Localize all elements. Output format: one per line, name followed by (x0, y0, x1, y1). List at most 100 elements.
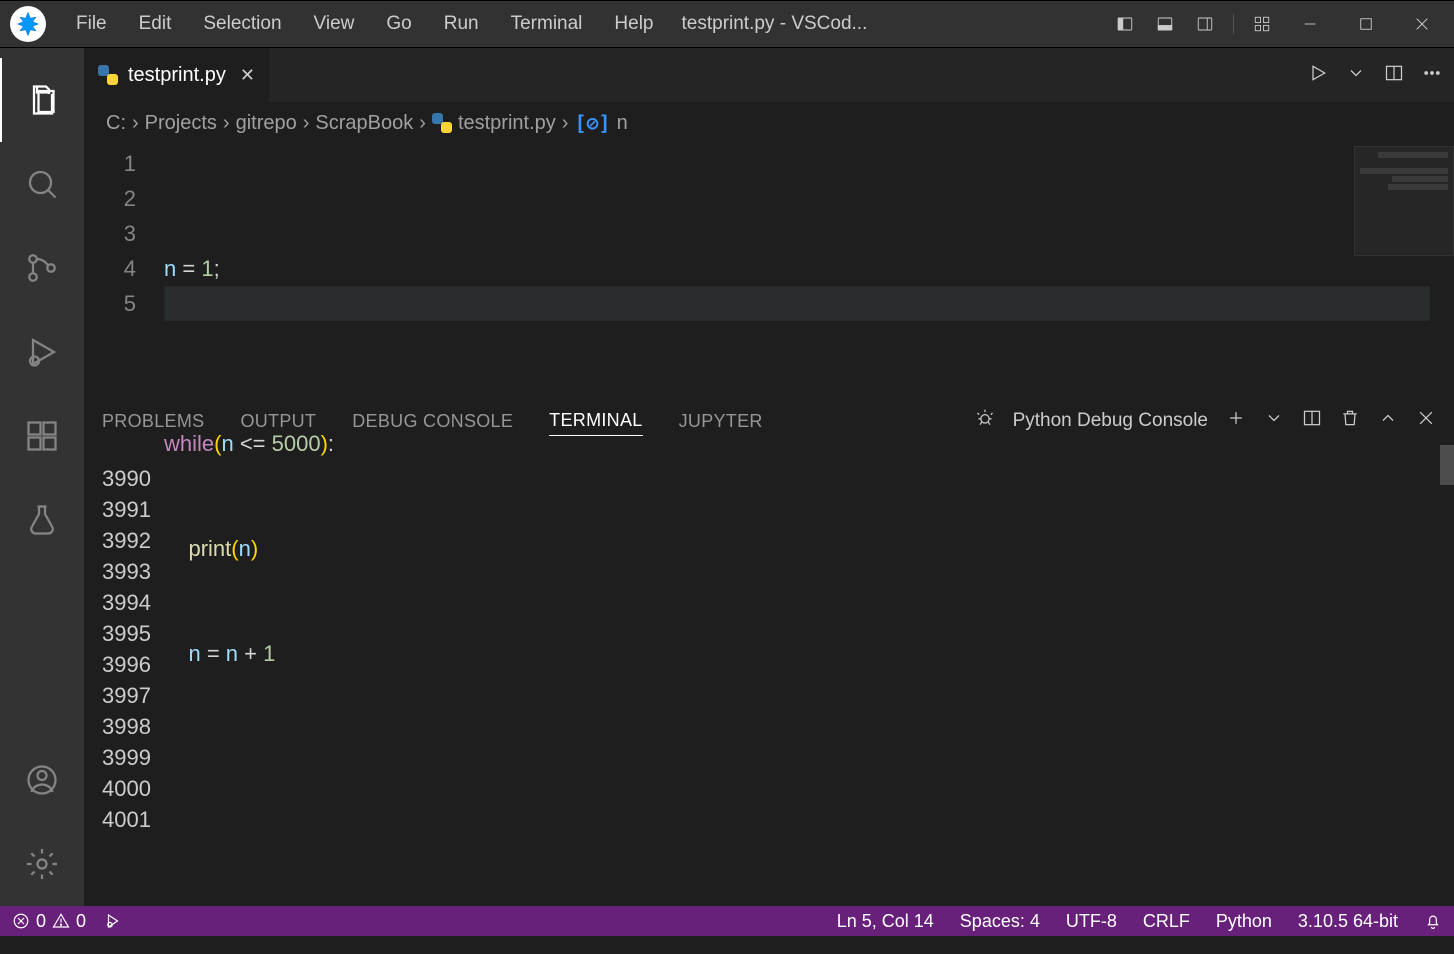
customize-layout-icon[interactable] (1242, 4, 1282, 44)
label: File (76, 13, 107, 35)
crumb-gitrepo[interactable]: gitrepo (236, 112, 297, 135)
terminal-line: 3997 (102, 680, 1436, 711)
window-maximize-button[interactable] (1338, 4, 1394, 44)
code-token: <= (234, 431, 272, 456)
label: CRLF (1143, 911, 1190, 932)
status-eol[interactable]: CRLF (1143, 911, 1190, 932)
code-token: 5000 (272, 431, 321, 456)
tab-close-icon[interactable]: ✕ (240, 65, 255, 86)
label: Run (444, 13, 479, 35)
activity-manage[interactable] (0, 822, 84, 906)
terminal-line: 3994 (102, 587, 1436, 618)
line-number: 3 (84, 216, 136, 251)
editor-actions (1308, 48, 1454, 102)
label: Terminal (511, 13, 583, 35)
toggle-secondary-sidebar-icon[interactable] (1185, 4, 1225, 44)
activity-extensions[interactable] (0, 394, 84, 478)
chevron-right-icon: › (562, 112, 569, 135)
activity-bar (0, 48, 84, 906)
activity-search[interactable] (0, 142, 84, 226)
label: Go (386, 13, 411, 35)
status-notifications[interactable] (1424, 912, 1442, 930)
run-dropdown-icon[interactable] (1346, 63, 1366, 88)
error-count: 0 (36, 911, 46, 932)
status-bar: 0 0 Ln 5, Col 14 Spaces: 4 UTF-8 CRLF Py… (0, 906, 1454, 936)
line-number: 4 (84, 251, 136, 286)
line-number: 2 (84, 181, 136, 216)
status-indentation[interactable]: Spaces: 4 (960, 911, 1040, 932)
window-title: testprint.py - VSCod... (670, 13, 1106, 35)
code-editor[interactable]: 1 2 3 4 5 n = 1; while(n <= 5000): print… (84, 144, 1454, 396)
chevron-right-icon: › (419, 112, 426, 135)
menu-run[interactable]: Run (428, 0, 495, 48)
status-cursor-position[interactable]: Ln 5, Col 14 (837, 911, 934, 932)
titlebar: File Edit Selection View Go Run Terminal… (0, 0, 1454, 48)
crumb-scrapbook[interactable]: ScrapBook (315, 112, 413, 135)
code-token: 1 (263, 641, 275, 666)
code-token: while (164, 431, 214, 456)
code-token: ) (251, 536, 258, 561)
chevron-right-icon: › (132, 112, 139, 135)
activity-explorer[interactable] (0, 58, 84, 142)
line-number-gutter: 1 2 3 4 5 (84, 146, 164, 396)
chevron-right-icon: › (303, 112, 310, 135)
crumb-projects[interactable]: Projects (145, 112, 217, 135)
toggle-primary-sidebar-icon[interactable] (1105, 4, 1145, 44)
code-content[interactable]: n = 1; while(n <= 5000): print(n) n = n … (164, 146, 1454, 396)
current-line-highlight (164, 286, 1430, 321)
status-debug-launch[interactable] (104, 912, 122, 930)
run-file-button[interactable] (1308, 63, 1328, 88)
app-logo (10, 6, 46, 42)
label: Python (1216, 911, 1272, 932)
status-errors[interactable]: 0 0 (12, 911, 86, 932)
menu-selection[interactable]: Selection (187, 0, 297, 48)
menu-file[interactable]: File (60, 0, 123, 48)
menu-go[interactable]: Go (370, 0, 427, 48)
activity-source-control[interactable] (0, 226, 84, 310)
crumb-file[interactable]: testprint.py (458, 112, 556, 135)
toggle-panel-icon[interactable] (1145, 4, 1185, 44)
terminal-line: 4001 (102, 804, 1436, 835)
symbol-variable-icon: [⊘] (574, 111, 610, 135)
debug-launch-icon (104, 912, 122, 930)
status-encoding[interactable]: UTF-8 (1066, 911, 1117, 932)
editor-tabs: testprint.py ✕ (84, 48, 1454, 102)
code-token: print (188, 536, 231, 561)
code-token: : (328, 431, 334, 456)
terminal-line: 3998 (102, 711, 1436, 742)
menu-edit[interactable]: Edit (123, 0, 188, 48)
activity-accounts[interactable] (0, 738, 84, 822)
label: Ln 5, Col 14 (837, 911, 934, 932)
status-language[interactable]: Python (1216, 911, 1272, 932)
crumb-drive[interactable]: C: (106, 112, 126, 135)
menu-help[interactable]: Help (598, 0, 669, 48)
label: Help (614, 13, 653, 35)
label: Selection (203, 13, 281, 35)
python-file-icon (98, 65, 118, 85)
tab-label: testprint.py (128, 64, 226, 87)
divider (1233, 14, 1234, 34)
breadcrumb[interactable]: C: › Projects › gitrepo › ScrapBook › te… (84, 102, 1454, 144)
more-actions-icon[interactable] (1422, 63, 1442, 88)
code-token: 1 (201, 256, 213, 281)
code-token: + (238, 641, 263, 666)
activity-testing[interactable] (0, 478, 84, 562)
terminal-output[interactable]: 3990 3991 3992 3993 3994 3995 3996 3997 … (84, 445, 1454, 906)
window-close-button[interactable] (1394, 4, 1450, 44)
label: Spaces: 4 (960, 911, 1040, 932)
window-minimize-button[interactable] (1282, 4, 1338, 44)
minimap-viewport[interactable] (1354, 146, 1454, 256)
tab-testprint[interactable]: testprint.py ✕ (84, 48, 270, 102)
code-token: n (188, 641, 200, 666)
code-token: = (201, 641, 226, 666)
code-token (164, 641, 188, 666)
crumb-symbol[interactable]: n (617, 112, 628, 135)
split-editor-icon[interactable] (1384, 63, 1404, 88)
label: View (314, 13, 355, 35)
menu-view[interactable]: View (298, 0, 371, 48)
main-area: testprint.py ✕ C: › Projects › gitrepo ›… (0, 48, 1454, 906)
activity-run-debug[interactable] (0, 310, 84, 394)
menu-terminal[interactable]: Terminal (495, 0, 599, 48)
code-token: n (226, 641, 238, 666)
status-interpreter[interactable]: 3.10.5 64-bit (1298, 911, 1398, 932)
